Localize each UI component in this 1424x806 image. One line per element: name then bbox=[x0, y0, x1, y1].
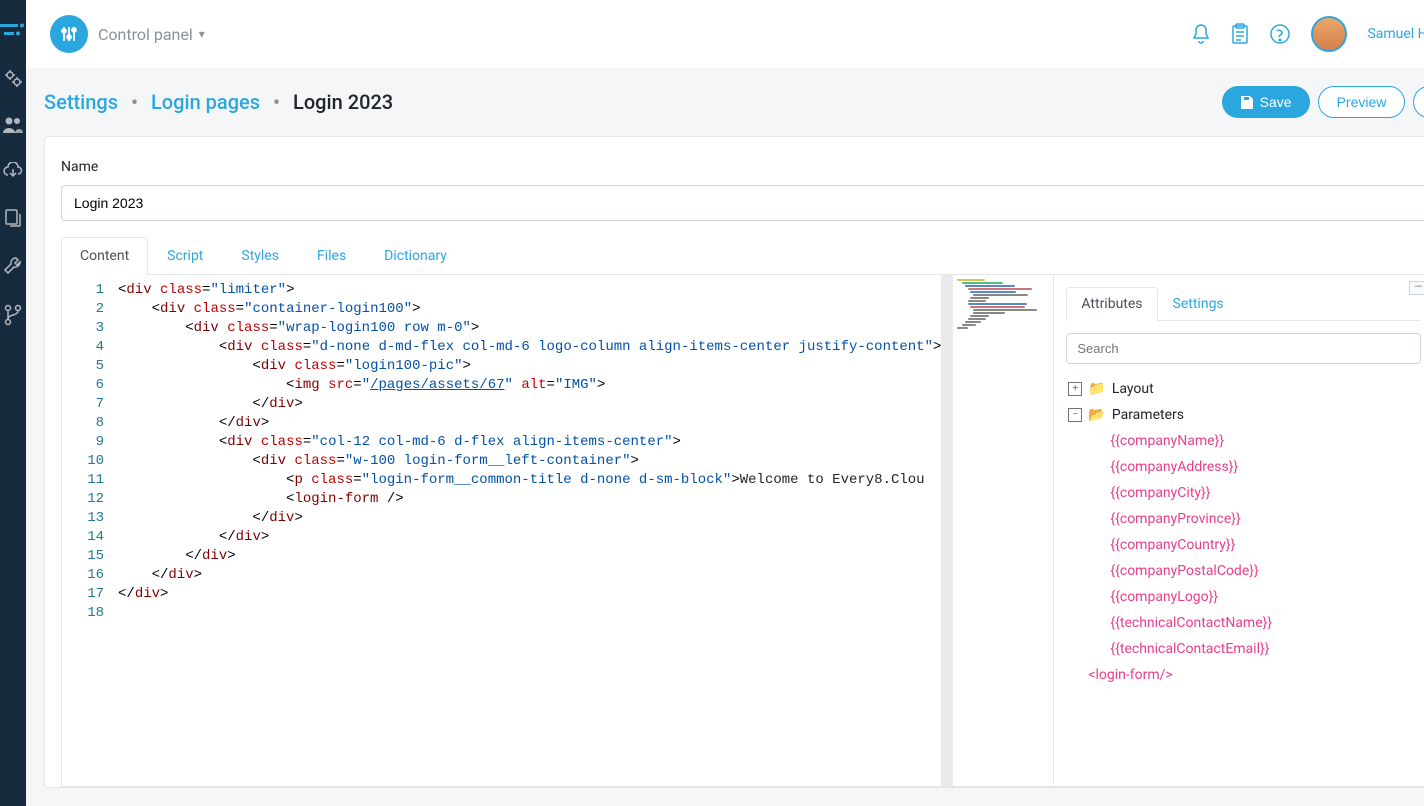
editor-tabs: Content Script Styles Files Dictionary bbox=[61, 237, 1424, 275]
attributes-panel: — Attributes Settings + 📁 Layout − 📂 bbox=[1053, 275, 1424, 786]
breadcrumb-login-pages[interactable]: Login pages bbox=[151, 90, 260, 114]
attributes-search-input[interactable] bbox=[1066, 333, 1421, 364]
login-form-snippet[interactable]: <login-form/> bbox=[1066, 662, 1421, 688]
line-gutter: 123456789101112131415161718 bbox=[62, 275, 118, 786]
chevron-down-icon[interactable]: ▾ bbox=[199, 27, 205, 41]
clipboard-icon[interactable] bbox=[1231, 23, 1249, 45]
collapse-panel-button[interactable]: — bbox=[1409, 281, 1424, 295]
help-icon[interactable] bbox=[1269, 23, 1291, 45]
param-item[interactable]: {{companyLogo}} bbox=[1066, 584, 1421, 610]
param-item[interactable]: {{technicalContactName}} bbox=[1066, 610, 1421, 636]
tab-styles[interactable]: Styles bbox=[222, 237, 298, 274]
tree-layout-label: Layout bbox=[1112, 381, 1154, 397]
user-name[interactable]: Samuel Hoff bbox=[1367, 26, 1424, 42]
param-item[interactable]: {{companyPostalCode}} bbox=[1066, 558, 1421, 584]
panel-label[interactable]: Control panel bbox=[98, 25, 193, 44]
name-input[interactable] bbox=[61, 185, 1424, 221]
expand-icon[interactable]: + bbox=[1068, 382, 1082, 396]
copy-icon[interactable] bbox=[4, 208, 22, 228]
gears-icon[interactable] bbox=[3, 68, 23, 88]
tab-content[interactable]: Content bbox=[61, 237, 148, 275]
tab-dictionary[interactable]: Dictionary bbox=[365, 237, 466, 274]
app-logo-icon bbox=[0, 20, 26, 40]
param-item[interactable]: {{companyCity}} bbox=[1066, 480, 1421, 506]
code-content[interactable]: <div class="limiter"> <div class="contai… bbox=[118, 275, 953, 786]
topbar: Control panel ▾ Samuel Hoff bbox=[26, 0, 1424, 68]
save-button[interactable]: Save bbox=[1222, 86, 1310, 118]
code-editor[interactable]: 123456789101112131415161718 <div class="… bbox=[62, 275, 1053, 786]
param-item[interactable]: {{companyName}} bbox=[1066, 428, 1421, 454]
name-label: Name bbox=[61, 159, 1424, 175]
left-sidebar bbox=[0, 0, 26, 806]
breadcrumb-settings[interactable]: Settings bbox=[44, 90, 118, 114]
param-item[interactable]: {{companyProvince}} bbox=[1066, 506, 1421, 532]
side-tab-settings[interactable]: Settings bbox=[1158, 287, 1239, 320]
folder-icon: 📁 bbox=[1088, 381, 1105, 397]
tab-files[interactable]: Files bbox=[298, 237, 365, 274]
bell-icon[interactable] bbox=[1191, 23, 1211, 45]
tree-parameters[interactable]: − 📂 Parameters bbox=[1066, 402, 1421, 428]
folder-open-icon: 📂 bbox=[1088, 407, 1105, 423]
collapse-icon[interactable]: − bbox=[1068, 408, 1082, 422]
breadcrumb-current: Login 2023 bbox=[293, 90, 393, 114]
minimap[interactable] bbox=[953, 275, 1053, 786]
avatar[interactable] bbox=[1311, 16, 1347, 52]
tab-script[interactable]: Script bbox=[148, 237, 222, 274]
tree-parameters-label: Parameters bbox=[1112, 407, 1184, 423]
param-item[interactable]: {{companyAddress}} bbox=[1066, 454, 1421, 480]
param-item[interactable]: {{technicalContactEmail}} bbox=[1066, 636, 1421, 662]
save-button-label: Save bbox=[1260, 94, 1292, 110]
cloud-download-icon[interactable] bbox=[2, 162, 24, 180]
wrench-icon[interactable] bbox=[3, 256, 23, 276]
param-item[interactable]: {{companyCountry}} bbox=[1066, 532, 1421, 558]
users-icon[interactable] bbox=[2, 116, 24, 134]
preview-button[interactable]: Preview bbox=[1318, 86, 1406, 118]
tree-layout[interactable]: + 📁 Layout bbox=[1066, 376, 1421, 402]
close-button[interactable]: × bbox=[1413, 86, 1424, 118]
side-tab-attributes[interactable]: Attributes bbox=[1066, 287, 1157, 321]
breadcrumb: Settings • Login pages • Login 2023 bbox=[44, 90, 393, 114]
panel-logo-icon bbox=[50, 15, 88, 53]
branch-icon[interactable] bbox=[4, 304, 22, 326]
